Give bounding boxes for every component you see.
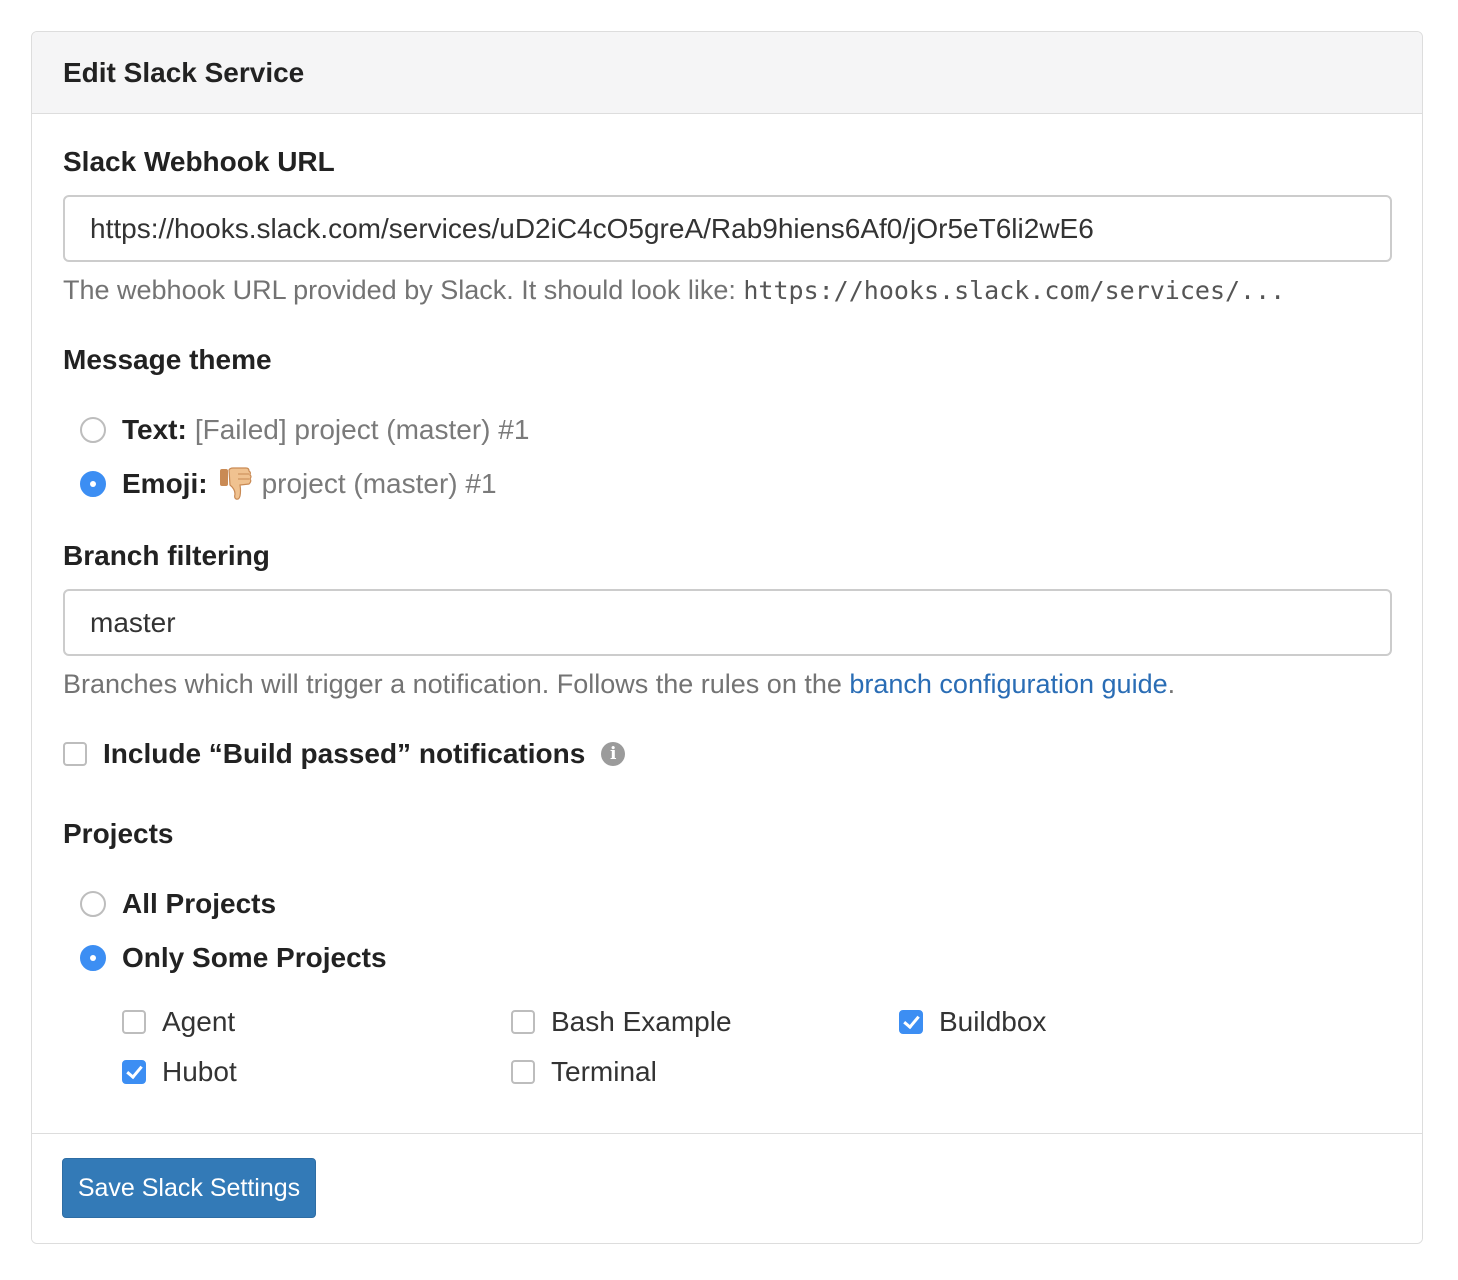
project-item-agent[interactable]: Agent (122, 1006, 235, 1038)
info-icon[interactable]: i (601, 742, 626, 766)
webhook-help-code: https://hooks.slack.com/services/... (743, 276, 1286, 305)
project-item-hubot[interactable]: Hubot (122, 1056, 237, 1088)
panel-title: Edit Slack Service (63, 56, 305, 88)
theme-text-radio[interactable] (80, 417, 106, 443)
slack-service-panel: Edit Slack Service Slack Webhook URL htt… (31, 31, 1423, 1244)
projects-option-some[interactable]: Only Some Projects (80, 942, 387, 974)
project-item-bash-example[interactable]: Bash Example (511, 1006, 732, 1038)
branch-help-text: Branches which will trigger a notificati… (63, 669, 850, 699)
all-projects-label: All Projects (122, 888, 277, 919)
webhook-help: The webhook URL provided by Slack. It sh… (63, 275, 1285, 306)
project-checkbox[interactable] (122, 1060, 146, 1084)
project-item-buildbox[interactable]: Buildbox (899, 1006, 1046, 1038)
theme-text-description: [Failed] project (master) #1 (194, 414, 530, 445)
theme-emoji-description: project (master) #1 (261, 468, 497, 499)
build-passed-checkbox[interactable] (63, 742, 87, 766)
webhook-url-label: Slack Webhook URL (63, 146, 335, 177)
some-projects-label: Only Some Projects (122, 942, 387, 973)
project-item-terminal[interactable]: Terminal (511, 1056, 657, 1088)
panel-body: Slack Webhook URL https://hooks.slack.co… (32, 114, 1422, 1134)
build-passed-label: Include “Build passed” notifications (103, 738, 586, 769)
save-slack-settings-button[interactable]: Save Slack Settings (62, 1158, 316, 1218)
branch-filter-value: master (90, 606, 176, 638)
message-theme-label: Message theme (63, 344, 272, 375)
thumbs-down-icon (219, 467, 252, 500)
some-projects-radio[interactable] (80, 945, 106, 971)
theme-text-name: Text: (122, 414, 187, 445)
project-name: Buildbox (939, 1006, 1047, 1037)
project-name: Terminal (551, 1056, 657, 1087)
theme-emoji-name: Emoji: (122, 468, 208, 499)
project-checkbox[interactable] (511, 1010, 535, 1034)
branch-config-guide-link[interactable]: branch configuration guide (849, 669, 1167, 699)
panel-footer: Save Slack Settings (32, 1133, 1422, 1243)
webhook-url-input[interactable]: https://hooks.slack.com/services/uD2iC4c… (63, 195, 1392, 262)
webhook-url-value: https://hooks.slack.com/services/uD2iC4c… (90, 212, 1094, 244)
projects-label: Projects (63, 818, 174, 849)
theme-option-text[interactable]: Text: [Failed] project (master) #1 (80, 414, 529, 446)
project-checkbox[interactable] (122, 1010, 146, 1034)
panel-header: Edit Slack Service (32, 32, 1422, 114)
webhook-help-text: The webhook URL provided by Slack. It sh… (63, 275, 744, 305)
project-checkbox[interactable] (899, 1010, 923, 1034)
projects-option-all[interactable]: All Projects (80, 888, 276, 920)
theme-emoji-radio[interactable] (80, 471, 106, 497)
branch-filter-input[interactable]: master (63, 589, 1392, 656)
project-name: Hubot (162, 1056, 237, 1087)
branch-help: Branches which will trigger a notificati… (63, 669, 1175, 700)
project-name: Agent (162, 1006, 236, 1037)
all-projects-radio[interactable] (80, 891, 106, 917)
project-name: Bash Example (551, 1006, 732, 1037)
project-checkbox[interactable] (511, 1060, 535, 1084)
build-passed-option[interactable]: Include “Build passed” notifications i (63, 738, 626, 770)
branch-filtering-label: Branch filtering (63, 540, 270, 571)
theme-option-emoji[interactable]: Emoji: project (master) #1 (80, 466, 497, 502)
branch-help-end: . (1167, 669, 1176, 699)
